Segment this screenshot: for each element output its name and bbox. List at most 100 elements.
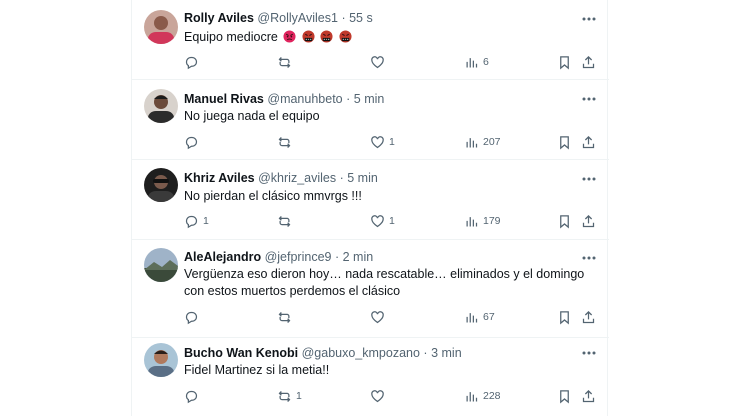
bookmark-button[interactable] [557, 308, 572, 326]
timestamp[interactable]: 55 s [349, 11, 373, 25]
share-button[interactable] [581, 133, 596, 151]
views-icon [466, 57, 478, 67]
tweet-text: Equipo mediocre [184, 29, 594, 46]
share-icon [582, 55, 595, 68]
reply-button[interactable]: 1 [184, 212, 209, 230]
timestamp[interactable]: 5 min [347, 171, 378, 185]
share-button[interactable] [581, 53, 596, 71]
views-icon [466, 216, 478, 226]
tweet[interactable]: Bucho Wan Kenobi @gabuxo_kmpozano · 3 mi… [132, 338, 609, 416]
retweet-icon [278, 390, 291, 402]
user-handle[interactable]: @manuhbeto [267, 92, 342, 106]
bookmark-icon [560, 310, 569, 324]
heart-icon [371, 214, 384, 227]
timestamp[interactable]: 3 min [431, 346, 462, 360]
tweet[interactable]: Manuel Rivas @manuhbeto · 5 min No juega… [132, 80, 609, 160]
like-button[interactable]: 1 [370, 212, 395, 230]
reply-feed: Rolly Aviles @RollyAviles1 · 55 s Equipo… [131, 0, 609, 416]
user-name[interactable]: Rolly Aviles [184, 11, 254, 25]
bookmark-icon [560, 214, 569, 228]
user-handle[interactable]: @jefprince9 [265, 250, 332, 264]
tweet-text-content: No pierdan el clásico mmvrgs !!! [184, 189, 362, 203]
reply-icon [185, 56, 198, 69]
angry-face-emoji [283, 30, 296, 43]
user-name[interactable]: AleAlejandro [184, 250, 261, 264]
retweet-count: 1 [296, 390, 302, 402]
more-options-icon[interactable] [581, 11, 597, 27]
tweet-text-content: Vergüenza eso dieron hoy… nada rescatabl… [184, 267, 585, 298]
reply-button[interactable] [184, 308, 203, 326]
bookmark-button[interactable] [557, 212, 572, 230]
separator-dot: · [341, 11, 346, 25]
share-icon [582, 214, 595, 227]
share-icon [582, 135, 595, 148]
bookmark-icon [560, 55, 569, 69]
like-button[interactable]: 1 [370, 133, 395, 151]
avatar[interactable] [144, 168, 178, 202]
user-name[interactable]: Khriz Aviles [184, 171, 255, 185]
reply-button[interactable] [184, 53, 203, 71]
tweet-text: No pierdan el clásico mmvrgs !!! [184, 188, 594, 205]
timestamp[interactable]: 2 min [343, 250, 374, 264]
avatar[interactable] [144, 89, 178, 123]
tweet[interactable]: AleAlejandro @jefprince9 · 2 min Vergüen… [132, 240, 609, 338]
views-button[interactable]: 179 [464, 212, 501, 230]
tweet-text: No juega nada el equipo [184, 108, 594, 125]
tweet-actions: 1 228 [184, 387, 596, 405]
reply-icon [185, 136, 198, 149]
retweet-button[interactable] [277, 53, 296, 71]
view-count: 207 [483, 136, 501, 148]
tweet[interactable]: Rolly Aviles @RollyAviles1 · 55 s Equipo… [132, 0, 609, 80]
bookmark-button[interactable] [557, 387, 572, 405]
more-options-icon[interactable] [581, 91, 597, 107]
retweet-button[interactable]: 1 [277, 387, 302, 405]
tweet[interactable]: Khriz Aviles @khriz_aviles · 5 min No pi… [132, 160, 609, 240]
more-options-icon[interactable] [581, 345, 597, 361]
user-name[interactable]: Manuel Rivas [184, 92, 264, 106]
bookmark-button[interactable] [557, 53, 572, 71]
view-count: 67 [483, 311, 495, 323]
retweet-button[interactable] [277, 308, 296, 326]
views-icon [466, 391, 478, 401]
tweet-text-content: No juega nada el equipo [184, 109, 320, 123]
bookmark-button[interactable] [557, 133, 572, 151]
share-button[interactable] [581, 212, 596, 230]
views-icon [466, 312, 478, 322]
bookmark-icon [560, 389, 569, 403]
more-options-icon[interactable] [581, 171, 597, 187]
views-button[interactable]: 67 [464, 308, 495, 326]
like-button[interactable] [370, 308, 389, 326]
view-count: 6 [483, 56, 489, 68]
separator-dot: · [339, 171, 344, 185]
user-handle[interactable]: @khriz_aviles [258, 171, 336, 185]
reply-button[interactable] [184, 133, 203, 151]
views-button[interactable]: 207 [464, 133, 501, 151]
user-name[interactable]: Bucho Wan Kenobi [184, 346, 298, 360]
reply-button[interactable] [184, 387, 203, 405]
tweet-header: Rolly Aviles @RollyAviles1 · 55 s [184, 11, 373, 25]
avatar[interactable] [144, 248, 178, 282]
retweet-button[interactable] [277, 133, 296, 151]
retweet-icon [278, 311, 291, 323]
like-button[interactable] [370, 53, 389, 71]
share-icon [582, 310, 595, 323]
share-button[interactable] [581, 387, 596, 405]
tweet-text: Fidel Martinez si la metia!! [184, 362, 594, 379]
views-button[interactable]: 228 [464, 387, 501, 405]
retweet-button[interactable] [277, 212, 296, 230]
separator-dot: · [334, 250, 340, 264]
views-icon [466, 137, 478, 147]
tweet-actions: 1 207 [184, 133, 596, 151]
tweet-text-content: Equipo mediocre [184, 30, 278, 44]
user-handle[interactable]: @gabuxo_kmpozano [302, 346, 420, 360]
avatar[interactable] [144, 343, 178, 377]
timestamp[interactable]: 5 min [354, 92, 385, 106]
reply-icon [185, 390, 198, 403]
share-button[interactable] [581, 308, 596, 326]
more-options-icon[interactable] [581, 250, 597, 266]
views-button[interactable]: 6 [464, 53, 489, 71]
avatar[interactable] [144, 10, 178, 44]
cursing-face-emoji [302, 30, 315, 43]
like-button[interactable] [370, 387, 389, 405]
user-handle[interactable]: @RollyAviles1 [257, 11, 338, 25]
